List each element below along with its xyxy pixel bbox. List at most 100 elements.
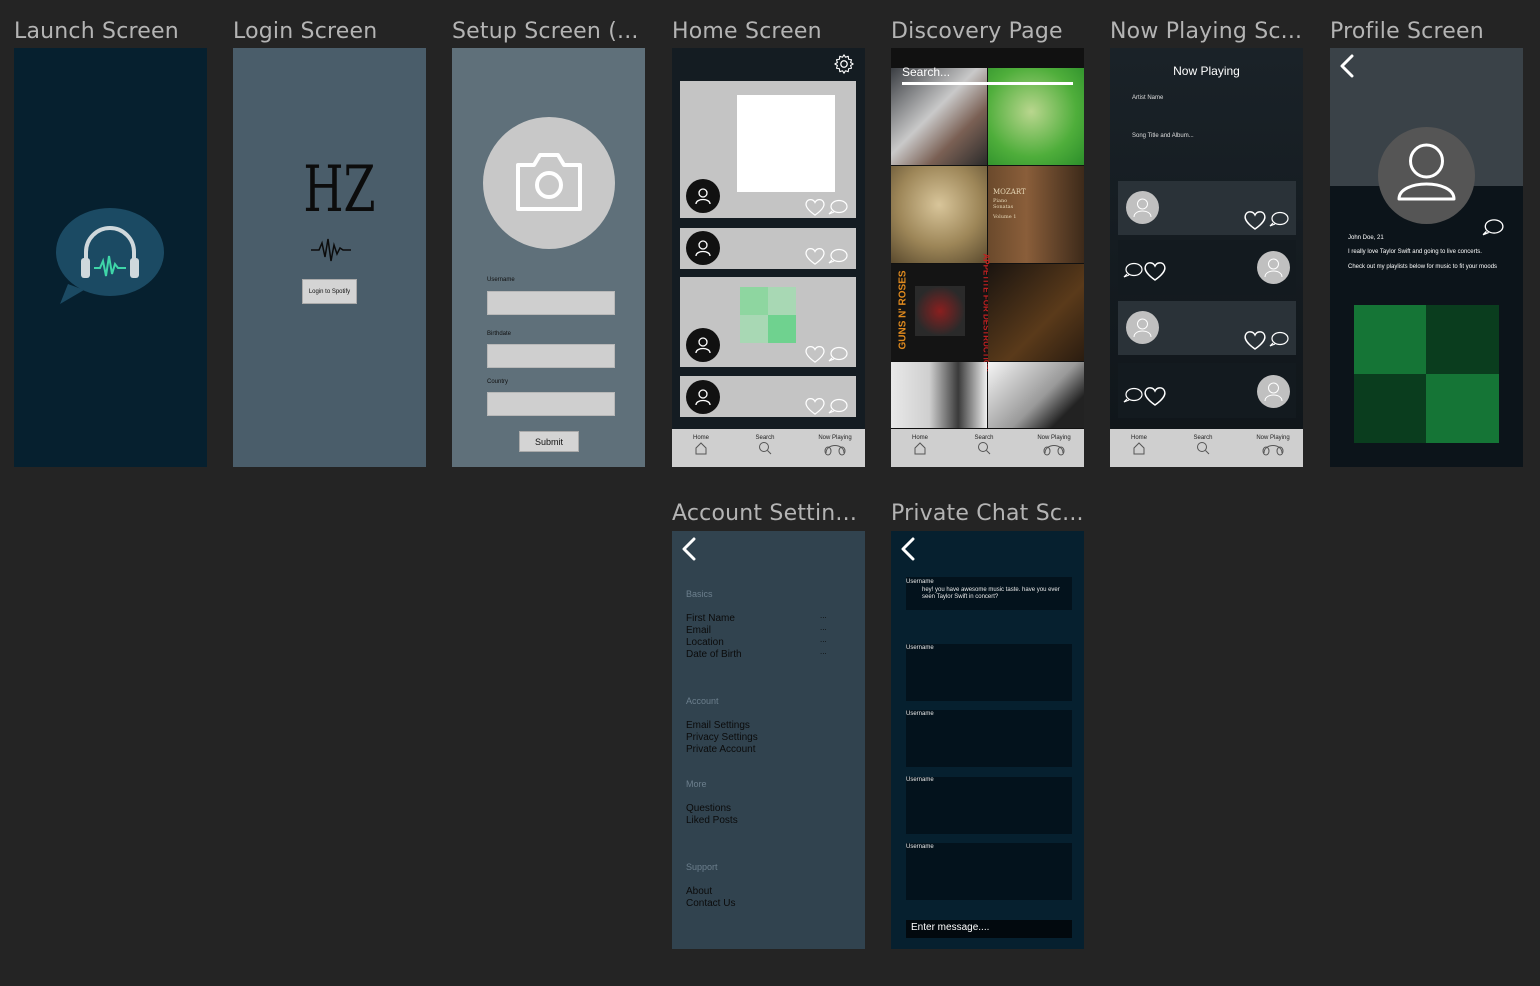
nav-now-playing[interactable]: Now Playing (1031, 435, 1077, 458)
setting-about[interactable]: About (686, 886, 712, 897)
home-icon (1133, 442, 1145, 455)
comment-icon[interactable] (1123, 387, 1143, 403)
playlist-cover (740, 287, 796, 343)
listener-post[interactable] (1118, 363, 1296, 418)
frame-title-chat[interactable]: Private Chat Sc... (891, 501, 1084, 526)
heart-icon[interactable] (804, 197, 826, 216)
message-input[interactable]: Enter message.... (906, 920, 1072, 938)
birthdate-field[interactable] (487, 344, 615, 368)
heart-icon[interactable] (1243, 209, 1267, 230)
feed-post-card[interactable] (680, 81, 856, 218)
comment-icon[interactable] (1269, 211, 1289, 227)
back-arrow-icon[interactable] (1339, 54, 1355, 78)
nav-home[interactable]: Home (900, 435, 940, 457)
heart-icon[interactable] (1143, 385, 1167, 406)
nav-search[interactable]: Search (964, 435, 1004, 457)
user-icon (695, 188, 711, 205)
user-avatar[interactable] (1126, 311, 1159, 344)
back-arrow-icon[interactable] (900, 537, 916, 561)
nav-search[interactable]: Search (1183, 435, 1223, 457)
listener-post[interactable] (1118, 240, 1296, 295)
comment-icon[interactable] (828, 346, 848, 362)
comment-icon[interactable] (1482, 218, 1504, 236)
gear-icon[interactable] (833, 53, 855, 75)
feed-post-card[interactable] (680, 376, 856, 417)
user-avatar[interactable] (686, 231, 720, 265)
frame-title-profile[interactable]: Profile Screen (1330, 19, 1484, 44)
feed-post-card[interactable] (680, 277, 856, 367)
username-field[interactable] (487, 291, 615, 315)
search-icon (978, 442, 991, 455)
comment-icon[interactable] (828, 248, 848, 264)
album-tile[interactable] (988, 362, 1084, 428)
user-icon (1264, 382, 1283, 402)
headphones-icon (1262, 445, 1284, 456)
frame-title-setup[interactable]: Setup Screen (... (452, 19, 639, 44)
heart-icon[interactable] (804, 396, 826, 415)
setting-email[interactable]: Email (686, 625, 711, 636)
frame-title-now-playing[interactable]: Now Playing Sc... (1110, 19, 1302, 44)
user-icon (1397, 143, 1456, 201)
bottom-nav: Home Search Now Playing (891, 429, 1084, 467)
user-avatar[interactable] (686, 328, 720, 362)
frame-title-launch[interactable]: Launch Screen (14, 19, 179, 44)
nav-home[interactable]: Home (1119, 435, 1159, 457)
album-tile[interactable] (988, 264, 1084, 361)
soundwave-icon (311, 238, 351, 262)
setting-value-ellipsis: ... (820, 611, 827, 620)
user-avatar[interactable] (686, 179, 720, 213)
profile-photo-picker[interactable] (483, 117, 615, 249)
nav-home[interactable]: Home (681, 435, 721, 457)
country-field[interactable] (487, 392, 615, 416)
user-avatar[interactable] (1257, 375, 1290, 408)
user-avatar[interactable] (1126, 191, 1159, 224)
setting-date-of-birth[interactable]: Date of Birth (686, 649, 742, 660)
comment-icon[interactable] (828, 398, 848, 414)
nav-now-playing[interactable]: Now Playing (812, 435, 858, 458)
setting-email-settings[interactable]: Email Settings (686, 720, 750, 731)
login-screen: HZ Login to Spotify (233, 48, 426, 467)
launch-screen (14, 48, 207, 467)
section-heading-support: Support (686, 862, 718, 872)
profile-avatar[interactable] (1378, 127, 1475, 224)
section-heading-more: More (686, 779, 707, 789)
frame-title-login[interactable]: Login Screen (233, 19, 377, 44)
search-icon (1197, 442, 1210, 455)
setting-questions[interactable]: Questions (686, 803, 731, 814)
chat-username: Username (906, 777, 934, 783)
album-tile[interactable] (891, 166, 987, 263)
comment-icon[interactable] (1123, 262, 1143, 278)
setting-first-name[interactable]: First Name (686, 613, 735, 624)
setting-privacy-settings[interactable]: Privacy Settings (686, 732, 758, 743)
frame-title-discovery[interactable]: Discovery Page (891, 19, 1063, 44)
heart-icon[interactable] (804, 246, 826, 265)
setting-liked-posts[interactable]: Liked Posts (686, 815, 738, 826)
heart-icon[interactable] (804, 344, 826, 363)
setting-location[interactable]: Location (686, 637, 724, 648)
album-tile[interactable]: GUNS N' ROSES APPETITE FOR DESTRUCTION (891, 254, 991, 372)
frame-title-account[interactable]: Account Settin... (672, 501, 857, 526)
user-avatar[interactable] (686, 380, 720, 414)
setting-private-account[interactable]: Private Account (686, 744, 755, 755)
now-playing-header: Now Playing (1173, 64, 1240, 78)
username-label: Username (487, 277, 515, 283)
back-arrow-icon[interactable] (681, 537, 697, 561)
login-spotify-button[interactable]: Login to Spotify (302, 279, 357, 304)
submit-button[interactable]: Submit (519, 431, 579, 452)
feed-post-card[interactable] (680, 228, 856, 269)
heart-icon[interactable] (1243, 329, 1267, 350)
album-tile[interactable]: MOZART Piano Sonatas Volume 1 (988, 166, 1084, 263)
album-tile[interactable] (891, 362, 987, 428)
nav-search[interactable]: Search (745, 435, 785, 457)
search-input[interactable]: Search... (902, 65, 950, 79)
setting-contact-us[interactable]: Contact Us (686, 898, 735, 909)
user-avatar[interactable] (1257, 251, 1290, 284)
comment-icon[interactable] (1269, 331, 1289, 347)
playlist-grid[interactable] (1354, 305, 1499, 443)
nav-now-playing[interactable]: Now Playing (1250, 435, 1296, 458)
comment-icon[interactable] (828, 199, 848, 215)
heart-icon[interactable] (1143, 260, 1167, 281)
listener-post[interactable] (1118, 181, 1296, 235)
frame-title-home[interactable]: Home Screen (672, 19, 822, 44)
listener-post[interactable] (1118, 301, 1296, 355)
